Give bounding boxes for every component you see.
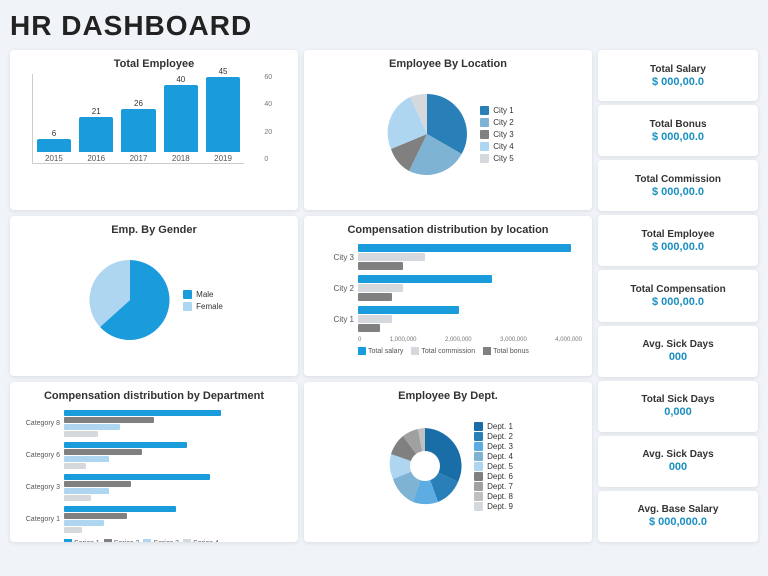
comp-by-dept-card: Compensation distribution by Department …: [10, 382, 298, 542]
legend-dept3: Dept. 3: [474, 442, 513, 451]
comp-location-legend: Total salary Total commission Total bonu…: [358, 347, 582, 355]
employee-by-location-title: Employee By Location: [314, 58, 582, 70]
kpi-column: Total Salary $ 000,00.0 Total Bonus $ 00…: [598, 50, 758, 542]
legend-series4: Series 4: [183, 539, 219, 542]
kpi-avg-sick-days-1: Avg. Sick Days 000: [598, 326, 758, 377]
bar-2019: 45 2019: [206, 67, 240, 163]
hbar-city3: City 3: [314, 244, 582, 270]
legend-city5: City 5: [480, 154, 513, 163]
kpi-avg-sick-days-2: Avg. Sick Days 000: [598, 436, 758, 487]
comp-location-bars: City 3 City 2 City 1: [314, 240, 582, 359]
emp-by-dept-card: Employee By Dept. Dept. 1: [304, 382, 592, 542]
legend-dept6: Dept. 6: [474, 472, 513, 481]
emp-by-gender-card: Emp. By Gender Male Female: [10, 216, 298, 376]
kpi-total-bonus: Total Bonus $ 000,00.0: [598, 105, 758, 156]
legend-total-salary: Total salary: [358, 347, 403, 355]
comp-by-dept-title: Compensation distribution by Department: [20, 390, 288, 402]
dept-pie-chart: [383, 424, 468, 509]
bar-chart: 6 2015 21 2016 26 2017 40 2018: [32, 74, 244, 164]
kpi-total-employee: Total Employee $ 000,00.0: [598, 215, 758, 266]
gender-pie-chart: [85, 255, 175, 345]
main-grid: Total Employee 6 2015 21 2016 26 2017: [10, 50, 758, 542]
comp-by-location-card: Compensation distribution by location Ci…: [304, 216, 592, 376]
legend-dept9: Dept. 9: [474, 502, 513, 511]
location-pie-chart: [382, 89, 472, 179]
dept-legend: Dept. 1 Dept. 2 Dept. 3 Dept. 4 Dept. 5: [474, 422, 513, 511]
hbar-city1: City 1: [314, 306, 582, 332]
employee-by-location-card: Employee By Location City 1: [304, 50, 592, 210]
legend-dept7: Dept. 7: [474, 482, 513, 491]
location-pie-container: City 1 City 2 City 3 City 4 City 5: [314, 74, 582, 194]
legend-dept8: Dept. 8: [474, 492, 513, 501]
comp-dept-legend: Series 1 Series 2 Series 3 Series 4: [64, 539, 288, 542]
bar-2015: 6 2015: [37, 129, 71, 163]
hbar-cat3: Category 3: [20, 474, 288, 501]
gender-pie-container: Male Female: [20, 240, 288, 360]
legend-dept1: Dept. 1: [474, 422, 513, 431]
dashboard-title: HR DASHBOARD: [10, 10, 758, 42]
legend-series3: Series 3: [143, 539, 179, 542]
legend-dept5: Dept. 5: [474, 462, 513, 471]
kpi-total-salary: Total Salary $ 000,00.0: [598, 50, 758, 101]
legend-city4: City 4: [480, 142, 513, 151]
dept-pie-container: Dept. 1 Dept. 2 Dept. 3 Dept. 4 Dept. 5: [314, 406, 582, 526]
legend-total-bonus: Total bonus: [483, 347, 529, 355]
legend-dept4: Dept. 4: [474, 452, 513, 461]
hbar-cat6: Category 6: [20, 442, 288, 469]
legend-series2: Series 2: [104, 539, 140, 542]
comp-by-location-title: Compensation distribution by location: [314, 224, 582, 236]
hbar-cat8: Category 8: [20, 410, 288, 437]
bar-2017: 26 2017: [121, 99, 155, 163]
kpi-total-commission: Total Commission $ 000,00.0: [598, 160, 758, 211]
gender-legend: Male Female: [183, 290, 223, 311]
kpi-total-compensation: Total Compensation $ 000,00.0: [598, 270, 758, 321]
legend-dept2: Dept. 2: [474, 432, 513, 441]
hbar-cat1: Category 1: [20, 506, 288, 533]
legend-total-commission: Total commission: [411, 347, 475, 355]
bar-2018: 40 2018: [164, 75, 198, 163]
emp-by-gender-title: Emp. By Gender: [20, 224, 288, 236]
legend-male: Male: [183, 290, 223, 299]
legend-female: Female: [183, 302, 223, 311]
legend-series1: Series 1: [64, 539, 100, 542]
legend-city3: City 3: [480, 130, 513, 139]
y-axis: 0 20 40 60: [264, 74, 272, 163]
bar-2016: 21 2016: [79, 107, 113, 163]
emp-by-dept-title: Employee By Dept.: [314, 390, 582, 402]
hbar-x-axis: 0 1,000,000 2,000,000 3,000,000 4,000,00…: [358, 337, 582, 343]
location-legend: City 1 City 2 City 3 City 4 City 5: [480, 106, 513, 163]
kpi-avg-base-salary: Avg. Base Salary $ 000,000.0: [598, 491, 758, 542]
total-employee-card: Total Employee 6 2015 21 2016 26 2017: [10, 50, 298, 210]
legend-city1: City 1: [480, 106, 513, 115]
hbar-city2: City 2: [314, 275, 582, 301]
legend-city2: City 2: [480, 118, 513, 127]
kpi-total-sick-days: Total Sick Days 0,000: [598, 381, 758, 432]
comp-dept-bars: Category 8 Category 6 Category 3: [20, 406, 288, 542]
total-employee-title: Total Employee: [20, 58, 288, 70]
